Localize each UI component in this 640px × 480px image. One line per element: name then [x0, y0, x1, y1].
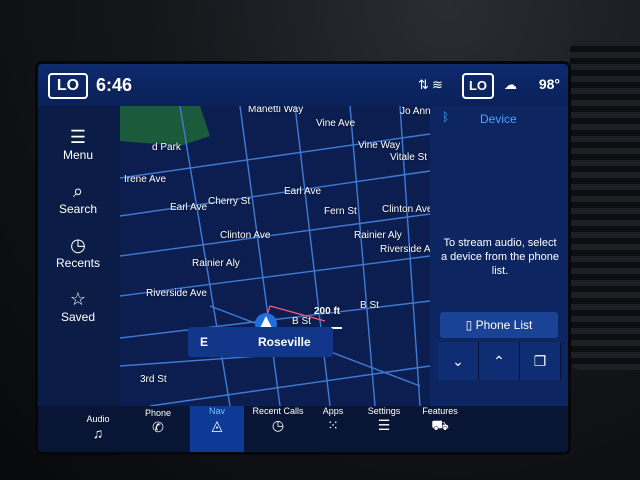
- navigation-map[interactable]: d Park Manetti Way Jo Anne L Vine Ave Vi…: [120, 106, 430, 406]
- wifi-icon: ≋: [432, 77, 443, 92]
- dock-audio-label: Audio: [86, 414, 110, 424]
- weather-icon: ☁: [504, 77, 517, 92]
- car-icon: ⛟: [431, 417, 449, 433]
- bluetooth-icon: ᛒ: [442, 110, 450, 124]
- menu-button[interactable]: ☰ Menu: [42, 120, 114, 172]
- street-label: Irene Ave: [124, 174, 167, 185]
- scroll-down-button[interactable]: ⌄: [438, 342, 479, 380]
- outside-temperature: 98°: [538, 76, 560, 92]
- dock-phone[interactable]: Phone ✆: [130, 408, 186, 452]
- chevron-up-icon: ⌃: [493, 353, 505, 369]
- dock-settings[interactable]: Settings ☰: [358, 406, 410, 452]
- chevron-down-icon: ⌄: [452, 353, 464, 369]
- dock-features[interactable]: Features ⛟: [412, 406, 468, 452]
- street-label: Vine Ave: [316, 118, 356, 129]
- menu-label: Menu: [62, 148, 94, 162]
- street-label: B St: [292, 316, 311, 327]
- dock-apps[interactable]: Apps ⁙: [310, 406, 356, 452]
- street-label: Riverside Ave: [146, 288, 207, 299]
- copy-icon: ❐: [533, 353, 547, 369]
- street-label: Jo Anne L: [400, 106, 430, 117]
- bottom-dock: Audio ♫ Phone ✆ Nav ◬ Recent Calls ◷ App…: [38, 406, 568, 452]
- navigation-icon: ◬: [211, 417, 223, 433]
- street-label: Riverside Ave: [380, 244, 430, 255]
- street-label: Cherry St: [208, 196, 251, 207]
- dock-nav-label: Nav: [208, 406, 225, 416]
- map-side-menu: ☰ Menu ⌕ Search ◷ Recents ☆ Saved: [38, 106, 120, 406]
- street-label: Rainier Aly: [192, 258, 240, 269]
- dock-recent-calls[interactable]: Recent Calls ◷: [248, 406, 308, 452]
- street-label: 3rd St: [140, 374, 167, 385]
- stream-audio-message: To stream audio, select a device from th…: [440, 237, 560, 277]
- audio-device-panel: ᛒ Device To stream audio, select a devic…: [430, 106, 568, 406]
- destination-bar[interactable]: E Roseville: [188, 327, 333, 357]
- street-label: Earl Ave: [284, 186, 322, 197]
- street-label: B St: [360, 300, 379, 311]
- dock-features-label: Features: [422, 406, 458, 416]
- street-label: Clinton Ave: [382, 204, 430, 215]
- search-label: Search: [58, 202, 98, 216]
- search-button[interactable]: ⌕ Search: [42, 174, 114, 226]
- map-scale: 200 ft: [314, 306, 341, 317]
- saved-label: Saved: [60, 310, 96, 324]
- dock-phone-label: Phone: [144, 408, 172, 418]
- hamburger-icon: ☰: [69, 127, 87, 147]
- street-label: Vine Way: [358, 140, 401, 151]
- clock-icon: ◷: [271, 417, 285, 433]
- destination-name: Roseville: [258, 335, 311, 349]
- phone-list-button[interactable]: ▯ Phone List: [440, 312, 558, 338]
- park-area: [120, 106, 210, 146]
- star-icon: ☆: [69, 289, 87, 309]
- right-climate-button[interactable]: LO: [462, 73, 494, 99]
- recents-button[interactable]: ◷ Recents: [42, 228, 114, 280]
- street-label: Earl Ave: [170, 202, 208, 213]
- dock-apps-label: Apps: [322, 406, 344, 416]
- phone-icon: ▯: [465, 318, 473, 332]
- dock-audio[interactable]: Audio ♫: [70, 414, 126, 452]
- phone-icon: ✆: [152, 419, 164, 435]
- scroll-up-button[interactable]: ⌃: [479, 342, 520, 380]
- clock: 6:46: [96, 75, 133, 95]
- recents-label: Recents: [55, 256, 101, 270]
- sliders-icon: ☰: [377, 417, 391, 433]
- apps-grid-icon: ⁙: [327, 417, 339, 433]
- panel-title: Device: [480, 112, 517, 126]
- dock-recent-calls-label: Recent Calls: [252, 406, 304, 416]
- street-label: Rainier Aly: [354, 230, 402, 241]
- signal-icon: ⇅: [418, 77, 429, 92]
- park-label: d Park: [152, 142, 181, 153]
- music-icon: ♫: [92, 425, 104, 441]
- panel-controls: ⌄ ⌃ ❐: [430, 342, 568, 382]
- air-vent: [570, 40, 640, 370]
- street-label: Vitale St: [390, 152, 428, 163]
- saved-button[interactable]: ☆ Saved: [42, 282, 114, 334]
- clock-icon: ◷: [70, 235, 86, 255]
- search-icon: ⌕: [72, 181, 84, 201]
- street-label: Fern St: [324, 206, 357, 217]
- left-climate-button[interactable]: LO: [48, 73, 88, 99]
- infotainment-screen: LO 6:46 ⇅ ≋ LO ☁ 98° ☰ Menu ⌕ Search ◷ R…: [38, 64, 568, 452]
- street-label: Manetti Way: [248, 106, 304, 115]
- status-bar: LO 6:46 ⇅ ≋ LO ☁ 98°: [38, 64, 568, 106]
- dock-settings-label: Settings: [367, 406, 401, 416]
- phone-list-label: Phone List: [475, 318, 533, 332]
- dock-nav[interactable]: Nav ◬: [190, 406, 244, 452]
- heading-direction: E: [200, 335, 209, 349]
- copy-button[interactable]: ❐: [520, 342, 561, 380]
- street-label: Clinton Ave: [220, 230, 271, 241]
